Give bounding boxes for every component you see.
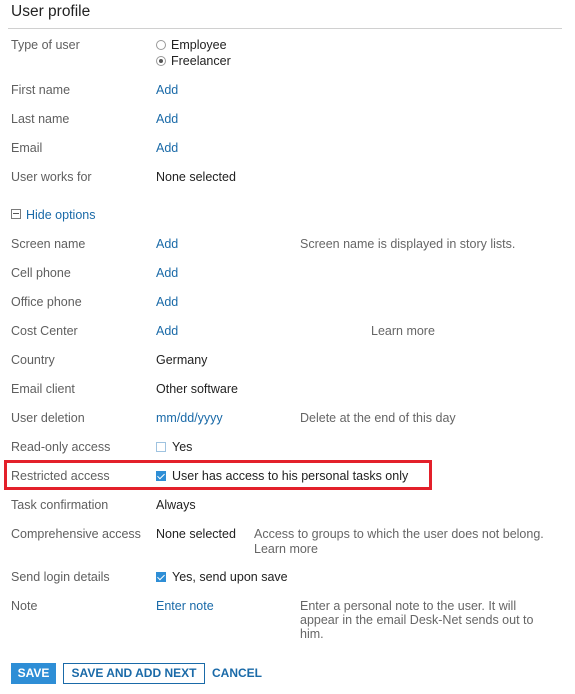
send-login-details-label: Send login details: [11, 570, 110, 584]
cost-center-add-link[interactable]: Add: [156, 324, 178, 338]
office-phone-add-link[interactable]: Add: [156, 295, 178, 309]
last-name-add-link[interactable]: Add: [156, 112, 178, 126]
comprehensive-access-hint: Access to groups to which the user does …: [254, 527, 544, 541]
restricted-access-checkbox-box[interactable]: [156, 471, 166, 481]
read-only-access-checkbox-label[interactable]: Yes: [172, 440, 192, 454]
read-only-access-label: Read-only access: [11, 440, 111, 454]
note-hint: Enter a personal note to the user. It wi…: [300, 599, 534, 641]
user-deletion-date-picker[interactable]: mm/dd/yyyy: [156, 411, 223, 425]
radio-employee[interactable]: Employee: [156, 38, 227, 52]
email-add-link[interactable]: Add: [156, 141, 178, 155]
radio-freelancer-indicator[interactable]: [156, 56, 166, 66]
send-login-details-checkbox[interactable]: Yes, send upon save: [156, 570, 288, 584]
collapse-icon[interactable]: [11, 209, 21, 219]
note-label: Note: [11, 599, 38, 613]
country-label: Country: [11, 353, 55, 367]
first-name-label: First name: [11, 83, 71, 97]
read-only-access-checkbox-box[interactable]: [156, 442, 166, 452]
send-login-details-checkbox-box[interactable]: [156, 572, 166, 582]
task-confirmation-label: Task confirmation: [11, 498, 109, 512]
cell-phone-label: Cell phone: [11, 266, 71, 280]
comprehensive-access-label: Comprehensive access: [11, 527, 141, 541]
hide-options-label[interactable]: Hide options: [26, 208, 96, 222]
restricted-access-checkbox[interactable]: User has access to his personal tasks on…: [156, 469, 408, 483]
user-works-for-select[interactable]: None selected: [156, 170, 236, 184]
page-title: User profile: [11, 3, 91, 20]
screen-name-add-link[interactable]: Add: [156, 237, 178, 251]
cancel-button[interactable]: CANCEL: [211, 663, 263, 684]
send-login-details-checkbox-label[interactable]: Yes, send upon save: [172, 570, 288, 584]
cost-center-learn-more-link[interactable]: Learn more: [371, 324, 435, 338]
radio-employee-indicator[interactable]: [156, 40, 166, 50]
radio-freelancer[interactable]: Freelancer: [156, 54, 231, 68]
cost-center-label: Cost Center: [11, 324, 78, 338]
email-client-label: Email client: [11, 382, 75, 396]
save-and-add-next-button[interactable]: SAVE AND ADD NEXT: [63, 663, 205, 684]
radio-employee-label[interactable]: Employee: [171, 38, 227, 52]
comprehensive-access-select[interactable]: None selected: [156, 527, 236, 541]
email-label: Email: [11, 141, 43, 155]
user-works-for-label: User works for: [11, 170, 92, 184]
save-button[interactable]: SAVE: [11, 663, 56, 684]
cell-phone-add-link[interactable]: Add: [156, 266, 178, 280]
hide-options-toggle[interactable]: Hide options: [11, 208, 96, 222]
first-name-add-link[interactable]: Add: [156, 83, 178, 97]
restricted-access-checkbox-label[interactable]: User has access to his personal tasks on…: [172, 469, 408, 483]
user-deletion-hint: Delete at the end of this day: [300, 411, 456, 425]
country-select[interactable]: Germany: [156, 353, 207, 367]
office-phone-label: Office phone: [11, 295, 82, 309]
last-name-label: Last name: [11, 112, 70, 126]
enter-note-link[interactable]: Enter note: [156, 599, 214, 613]
email-client-select[interactable]: Other software: [156, 382, 238, 396]
screen-name-label: Screen name: [11, 237, 86, 251]
user-deletion-label: User deletion: [11, 411, 85, 425]
task-confirmation-select[interactable]: Always: [156, 498, 196, 512]
screen-name-hint: Screen name is displayed in story lists.: [300, 237, 516, 251]
radio-freelancer-label[interactable]: Freelancer: [171, 54, 231, 68]
comprehensive-access-learn-more-link[interactable]: Learn more: [254, 542, 318, 556]
read-only-access-checkbox[interactable]: Yes: [156, 440, 192, 454]
title-divider: [8, 28, 562, 29]
type-of-user-label: Type of user: [11, 38, 80, 52]
restricted-access-label: Restricted access: [11, 469, 110, 483]
